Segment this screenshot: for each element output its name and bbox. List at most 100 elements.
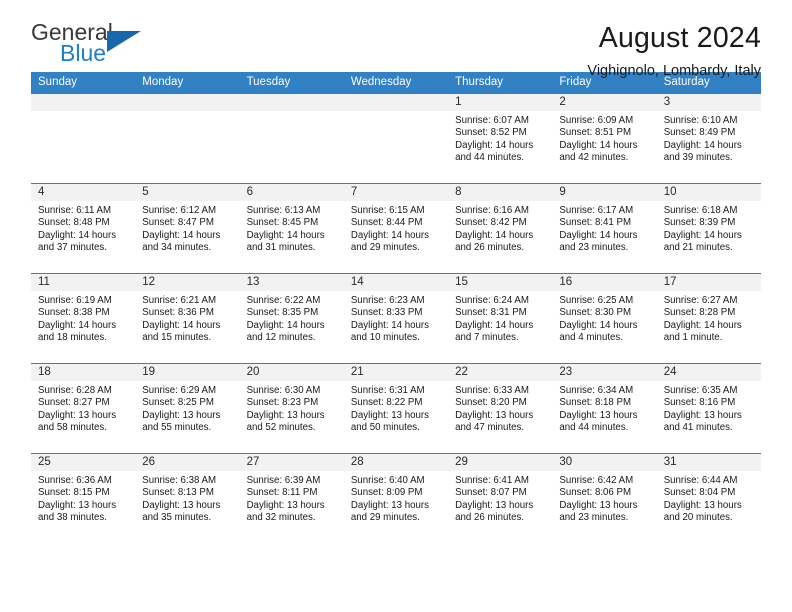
day-number: 2: [552, 94, 657, 111]
general-blue-logo[interactable]: General Blue: [31, 19, 166, 71]
calendar-day-cell[interactable]: 16 Sunrise: 6:25 AM Sunset: 8:30 PM Dayligh…: [552, 273, 657, 364]
sunrise-text: Sunrise: 6:22 AM: [246, 295, 321, 306]
calendar-day-cell[interactable]: 13 Sunrise: 6:22 AM Sunset: 8:35 PM Dayligh…: [239, 273, 344, 364]
day-number: 11: [31, 274, 136, 291]
day-details: Sunrise: 6:29 AM Sunset: 8:25 PM Daylight:…: [135, 381, 239, 435]
calendar-day-cell[interactable]: 12 Sunrise: 6:21 AM Sunset: 8:36 PM Dayligh…: [135, 273, 240, 364]
daylight-text-line1: Daylight: 14 hours: [455, 319, 534, 331]
calendar-week-row: 4 Sunrise: 6:11 AM Sunset: 8:48 PM Daylight…: [31, 183, 761, 274]
calendar-day-cell[interactable]: 23 Sunrise: 6:34 AM Sunset: 8:18 PM Dayligh…: [552, 363, 657, 454]
sunset-text: Sunset: 8:06 PM: [559, 487, 632, 499]
sunrise-text: Sunrise: 6:40 AM: [350, 475, 425, 486]
day-details: Sunrise: 6:44 AM Sunset: 8:04 PM Daylight:…: [657, 471, 761, 525]
day-number: 13: [239, 274, 344, 291]
daylight-text-line2: and 37 minutes.: [38, 242, 107, 254]
sunset-text: Sunset: 8:04 PM: [663, 487, 736, 499]
calendar-day-cell[interactable]: 3 Sunrise: 6:10 AM Sunset: 8:49 PM Daylight…: [656, 93, 761, 184]
calendar-day-cell[interactable]: 31 Sunrise: 6:44 AM Sunset: 8:04 PM Dayligh…: [656, 453, 761, 544]
calendar-day-cell[interactable]: 7 Sunrise: 6:15 AM Sunset: 8:44 PM Daylight…: [343, 183, 449, 274]
sunrise-text: Sunrise: 6:21 AM: [142, 295, 217, 306]
calendar-day-cell[interactable]: 20 Sunrise: 6:30 AM Sunset: 8:23 PM Dayligh…: [239, 363, 344, 454]
calendar-day-cell[interactable]: 19 Sunrise: 6:29 AM Sunset: 8:25 PM Dayligh…: [135, 363, 240, 454]
daylight-text-line1: Daylight: 13 hours: [350, 409, 429, 421]
calendar-day-cell[interactable]: 28 Sunrise: 6:40 AM Sunset: 8:09 PM Dayligh…: [343, 453, 449, 544]
day-details: Sunrise: 6:28 AM Sunset: 8:27 PM Daylight:…: [31, 381, 135, 435]
daylight-text-line1: Daylight: 14 hours: [350, 229, 429, 241]
day-details: Sunrise: 6:17 AM Sunset: 8:41 PM Daylight:…: [552, 201, 656, 255]
daylight-text-line1: Daylight: 13 hours: [455, 409, 534, 421]
daylight-text-line1: Daylight: 14 hours: [350, 319, 429, 331]
daylight-text-line1: Daylight: 14 hours: [142, 319, 221, 331]
daylight-text-line1: Daylight: 13 hours: [38, 409, 117, 421]
calendar-week-row: 11 Sunrise: 6:19 AM Sunset: 8:38 PM Dayligh…: [31, 273, 761, 364]
sunrise-text: Sunrise: 6:42 AM: [559, 475, 634, 486]
day-number: 17: [656, 274, 761, 291]
sunrise-text: Sunrise: 6:35 AM: [663, 385, 738, 396]
daylight-text-line1: Daylight: 13 hours: [142, 499, 221, 511]
calendar-day-cell[interactable]: 27 Sunrise: 6:39 AM Sunset: 8:11 PM Dayligh…: [239, 453, 344, 544]
calendar-day-cell[interactable]: 5 Sunrise: 6:12 AM Sunset: 8:47 PM Daylight…: [135, 183, 240, 274]
sunrise-text: Sunrise: 6:19 AM: [38, 295, 112, 306]
day-details: Sunrise: 6:33 AM Sunset: 8:20 PM Daylight:…: [448, 381, 552, 435]
calendar-day-cell[interactable]: 26 Sunrise: 6:38 AM Sunset: 8:13 PM Dayligh…: [135, 453, 240, 544]
calendar-day-cell[interactable]: 30 Sunrise: 6:42 AM Sunset: 8:06 PM Dayligh…: [552, 453, 657, 544]
sunset-text: Sunset: 8:22 PM: [350, 397, 423, 409]
calendar-day-cell[interactable]: 29 Sunrise: 6:41 AM Sunset: 8:07 PM Dayligh…: [448, 453, 553, 544]
calendar-day-cell[interactable]: 15 Sunrise: 6:24 AM Sunset: 8:31 PM Dayligh…: [448, 273, 553, 364]
day-number: 30: [552, 454, 657, 471]
day-details: Sunrise: 6:38 AM Sunset: 8:13 PM Daylight:…: [135, 471, 239, 525]
sunrise-text: Sunrise: 6:38 AM: [142, 475, 217, 486]
sunset-text: Sunset: 8:52 PM: [455, 127, 527, 139]
sunrise-text: Sunrise: 6:44 AM: [663, 475, 738, 486]
daylight-text-line2: and 52 minutes.: [246, 422, 316, 434]
day-number: 26: [135, 454, 240, 471]
calendar-day-cell-empty: [343, 93, 449, 184]
calendar-day-cell[interactable]: 10 Sunrise: 6:18 AM Sunset: 8:39 PM Dayligh…: [656, 183, 761, 274]
sunrise-text: Sunrise: 6:17 AM: [559, 205, 634, 216]
calendar-day-cell[interactable]: 17 Sunrise: 6:27 AM Sunset: 8:28 PM Dayligh…: [656, 273, 761, 364]
calendar-day-cell[interactable]: 8 Sunrise: 6:16 AM Sunset: 8:42 PM Daylight…: [448, 183, 553, 274]
day-details: Sunrise: 6:13 AM Sunset: 8:45 PM Daylight:…: [240, 201, 344, 255]
day-number: 10: [656, 184, 761, 201]
calendar-day-cell[interactable]: 9 Sunrise: 6:17 AM Sunset: 8:41 PM Daylight…: [552, 183, 657, 274]
day-number: 20: [239, 364, 344, 381]
daylight-text-line1: Daylight: 14 hours: [246, 229, 325, 241]
sunset-text: Sunset: 8:20 PM: [455, 397, 527, 409]
sunrise-text: Sunrise: 6:10 AM: [663, 115, 738, 126]
calendar-day-cell[interactable]: 4 Sunrise: 6:11 AM Sunset: 8:48 PM Daylight…: [31, 183, 136, 274]
day-details: Sunrise: 6:39 AM Sunset: 8:11 PM Daylight:…: [240, 471, 344, 525]
calendar-day-cell[interactable]: 6 Sunrise: 6:13 AM Sunset: 8:45 PM Daylight…: [239, 183, 344, 274]
calendar-day-cell[interactable]: 24 Sunrise: 6:35 AM Sunset: 8:16 PM Dayligh…: [656, 363, 761, 454]
calendar-page: General Blue August 2024 Vighignolo, Lom…: [0, 0, 792, 612]
day-details: Sunrise: 6:11 AM Sunset: 8:48 PM Daylight:…: [31, 201, 135, 255]
daylight-text-line1: Daylight: 14 hours: [559, 139, 638, 151]
sunset-text: Sunset: 8:45 PM: [246, 217, 319, 229]
day-number: 4: [31, 184, 136, 201]
daylight-text-line2: and 32 minutes.: [246, 512, 316, 524]
calendar-body: 1 Sunrise: 6:07 AM Sunset: 8:52 PM Daylight…: [31, 93, 761, 544]
day-number: 27: [239, 454, 344, 471]
sunrise-text: Sunrise: 6:39 AM: [246, 475, 321, 486]
sunrise-text: Sunrise: 6:31 AM: [350, 385, 425, 396]
calendar-day-cell[interactable]: 14 Sunrise: 6:23 AM Sunset: 8:33 PM Dayligh…: [343, 273, 449, 364]
sunrise-text: Sunrise: 6:15 AM: [350, 205, 425, 216]
daylight-text-line1: Daylight: 13 hours: [663, 409, 742, 421]
daylight-text-line1: Daylight: 13 hours: [559, 409, 638, 421]
calendar-day-cell[interactable]: 18 Sunrise: 6:28 AM Sunset: 8:27 PM Dayligh…: [31, 363, 136, 454]
calendar-day-cell[interactable]: 21 Sunrise: 6:31 AM Sunset: 8:22 PM Dayligh…: [343, 363, 449, 454]
day-number: 31: [656, 454, 761, 471]
daylight-text-line2: and 23 minutes.: [559, 242, 629, 254]
sunset-text: Sunset: 8:30 PM: [559, 307, 632, 319]
calendar-day-cell[interactable]: 22 Sunrise: 6:33 AM Sunset: 8:20 PM Dayligh…: [448, 363, 553, 454]
calendar-day-cell[interactable]: 1 Sunrise: 6:07 AM Sunset: 8:52 PM Daylight…: [448, 93, 553, 184]
calendar-day-cell[interactable]: 25 Sunrise: 6:36 AM Sunset: 8:15 PM Dayligh…: [31, 453, 136, 544]
day-number: 15: [448, 274, 553, 291]
sunrise-text: Sunrise: 6:25 AM: [559, 295, 634, 306]
daylight-text-line1: Daylight: 13 hours: [246, 409, 325, 421]
calendar-day-cell[interactable]: 11 Sunrise: 6:19 AM Sunset: 8:38 PM Dayligh…: [31, 273, 136, 364]
daylight-text-line2: and 58 minutes.: [38, 422, 107, 434]
title-block: August 2024 Vighignolo, Lombardy, Italy: [587, 19, 761, 82]
day-details: Sunrise: 6:31 AM Sunset: 8:22 PM Daylight:…: [344, 381, 448, 435]
weekday-header-thursday: Thursday: [448, 72, 553, 94]
calendar-day-cell[interactable]: 2 Sunrise: 6:09 AM Sunset: 8:51 PM Daylight…: [552, 93, 657, 184]
